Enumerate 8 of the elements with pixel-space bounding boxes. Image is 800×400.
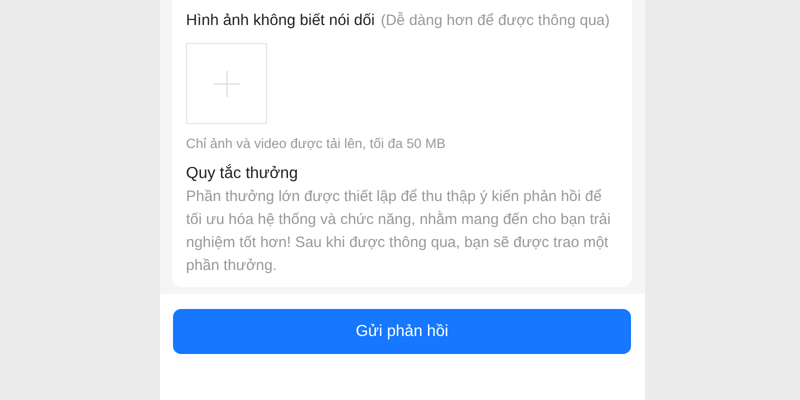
section-hint: (Dễ dàng hơn để được thông qua): [380, 12, 610, 29]
section-label: Hình ảnh không biết nói dối: [186, 12, 375, 30]
submit-button[interactable]: Gửi phản hồi: [173, 309, 631, 354]
upload-note: Chỉ ảnh và video được tải lên, tối đa 50 MB: [186, 136, 447, 151]
rules-title: Quy tắc thưởng: [186, 165, 299, 183]
upload-tile[interactable]: [186, 43, 267, 124]
plus-icon: [214, 70, 240, 96]
rules-text: Phần thưởng lớn được thiết lập để thu thập ý kiến phản hồi để tối ưu hóa hệ thống và chức năng, nhằm mang đến cho bạn trải nghiệm tốt hơn! Sau khi được thông qua, bạn sẽ được trao một phần thưởng.: [186, 187, 612, 276]
